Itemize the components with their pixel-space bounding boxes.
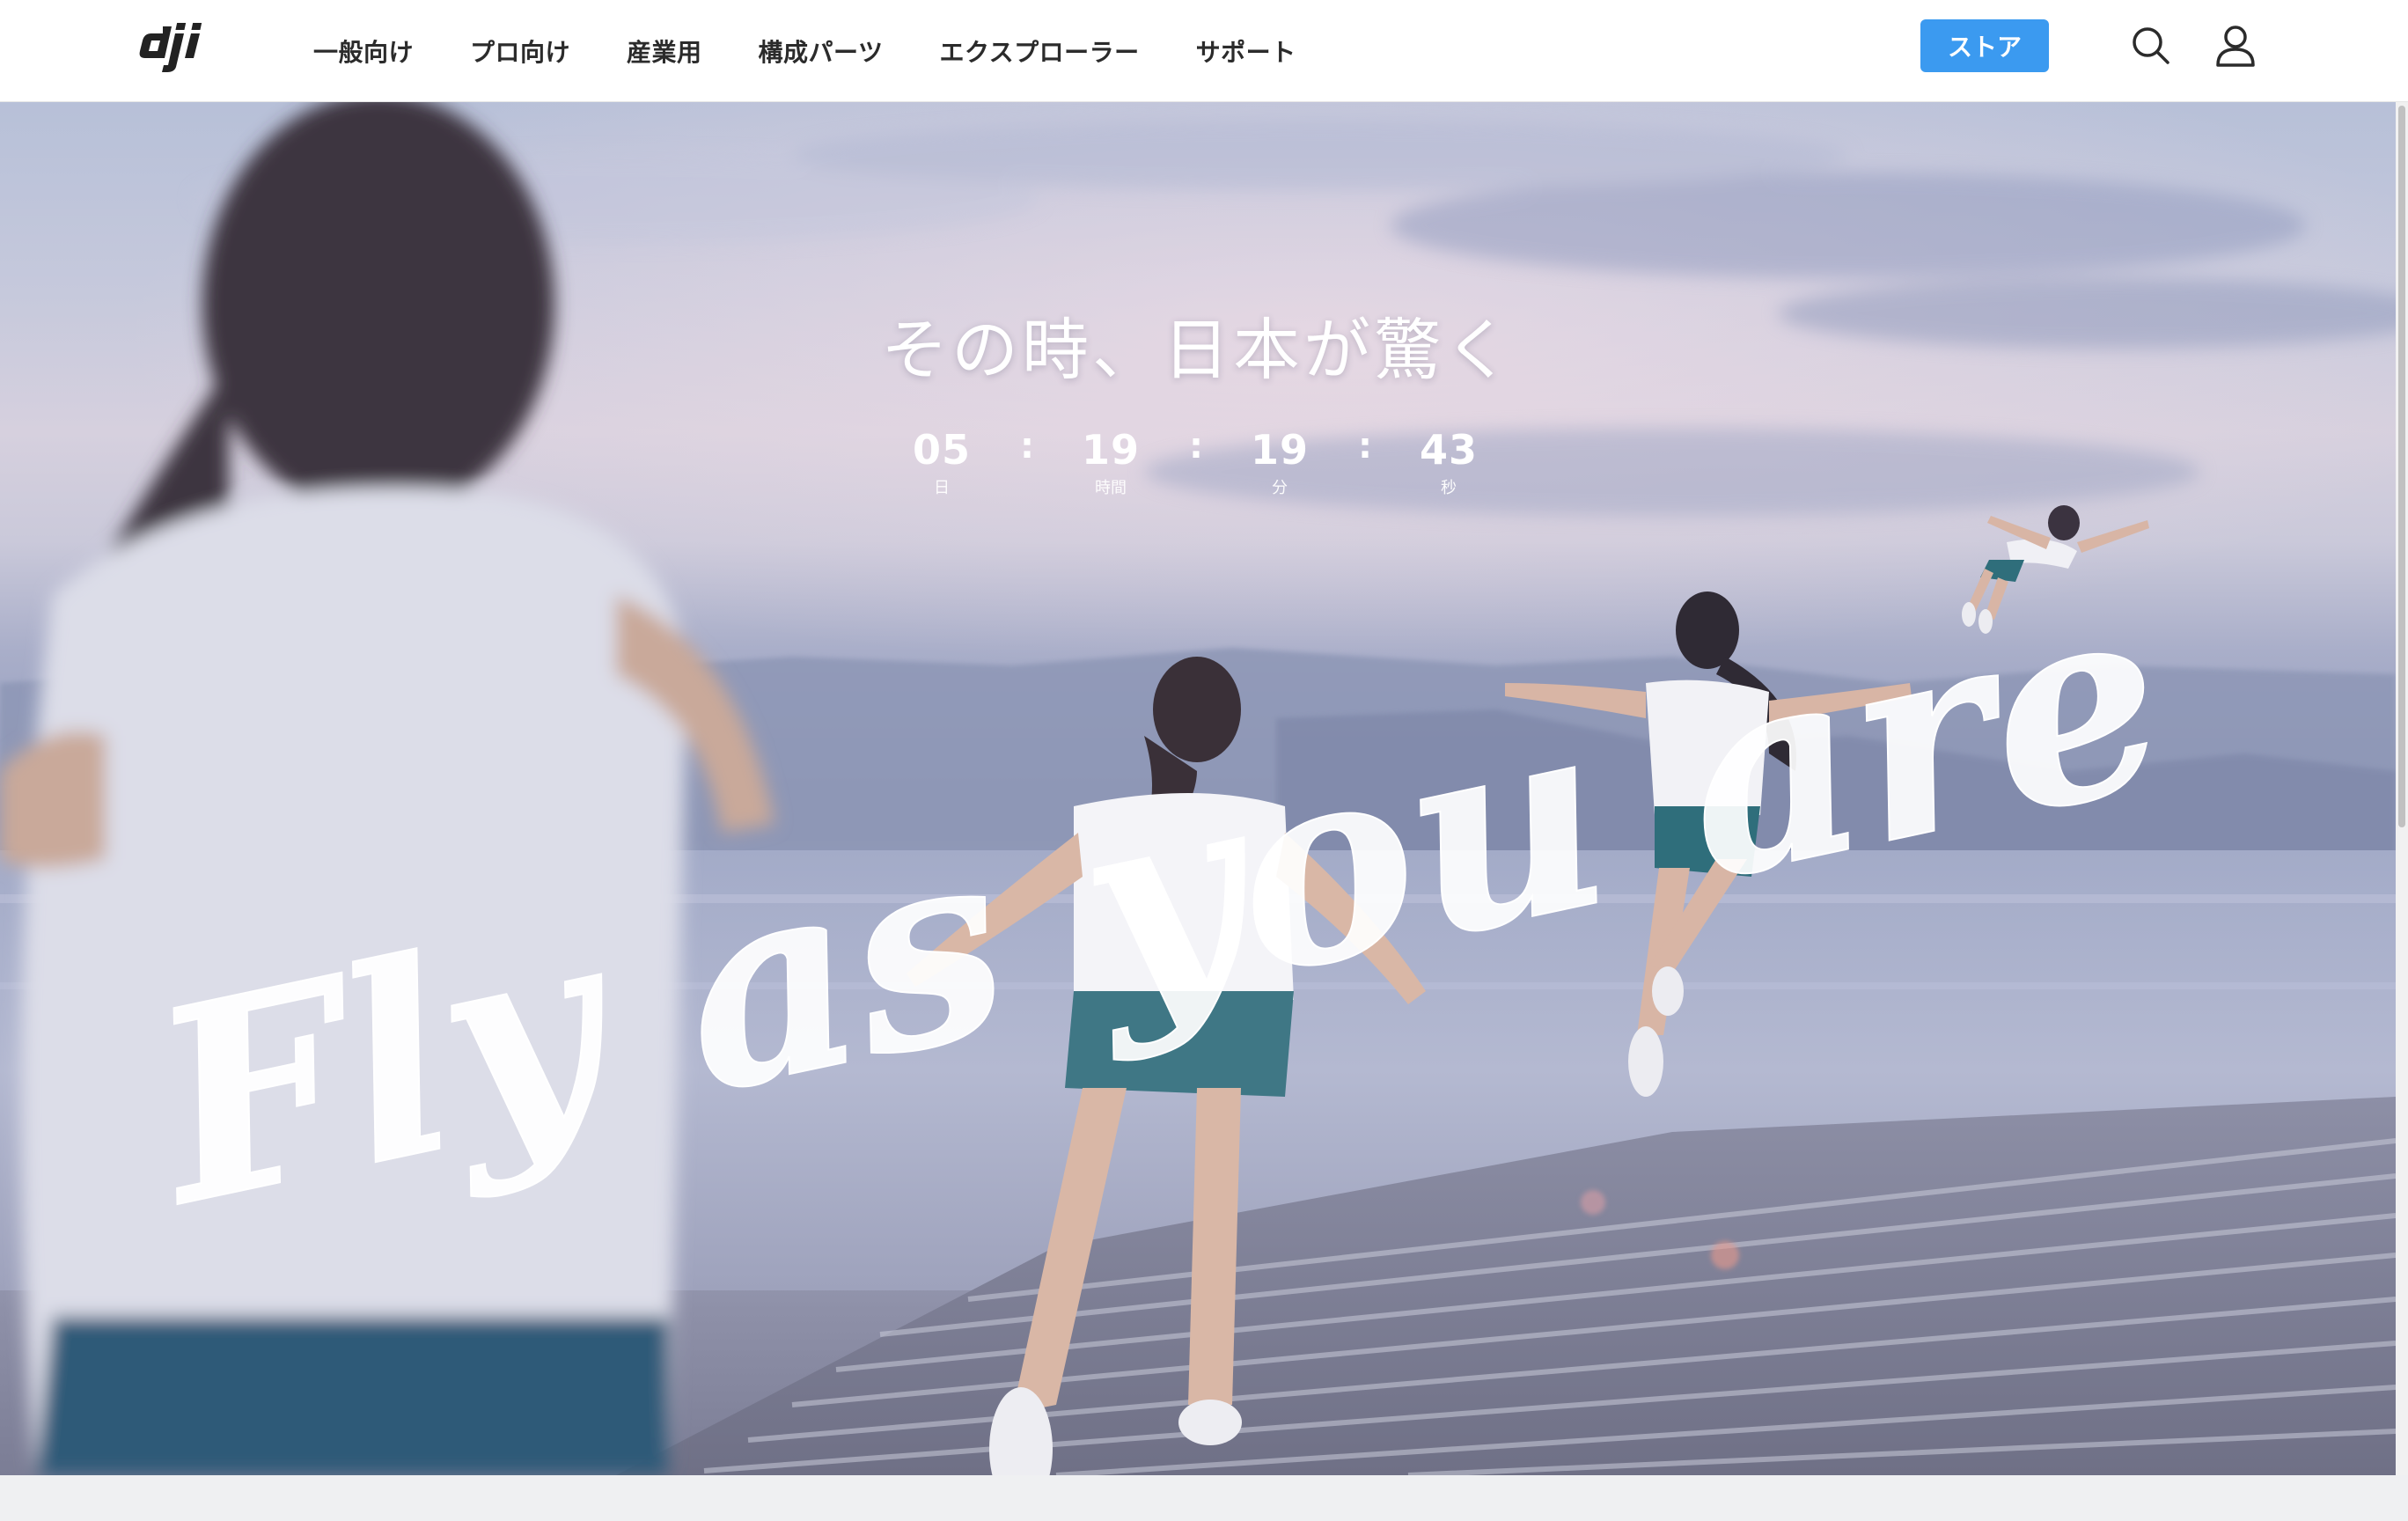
launch-countdown: 05 日 : 19 時間 : 19 分 : 43 秒	[880, 426, 1516, 532]
top-navigation-bar: 一般向け プロ向け 産業用 構成パーツ エクスプローラー サポート ストア	[0, 0, 2408, 102]
countdown-hours: 19 時間	[1058, 426, 1164, 498]
countdown-separator: :	[1020, 426, 1034, 467]
countdown-days: 05 日	[889, 426, 995, 498]
nav-item-explorer[interactable]: エクスプローラー	[940, 33, 1140, 69]
countdown-days-value: 05	[912, 426, 971, 474]
countdown-minutes-label: 分	[1272, 479, 1288, 497]
dji-logo[interactable]	[136, 19, 217, 72]
countdown-days-label: 日	[934, 479, 950, 497]
nav-item-enterprise[interactable]: 産業用	[627, 33, 702, 69]
nav-item-components[interactable]: 構成パーツ	[759, 33, 884, 69]
countdown-hours-value: 19	[1081, 426, 1140, 474]
countdown-seconds-label: 秒	[1441, 479, 1457, 497]
nav-item-professional[interactable]: プロ向け	[470, 33, 570, 69]
nav-item-support[interactable]: サポート	[1196, 33, 1296, 69]
store-button[interactable]: ストア	[1920, 19, 2049, 72]
nav-item-consumer[interactable]: 一般向け	[313, 33, 414, 69]
countdown-seconds: 43 秒	[1396, 426, 1501, 498]
below-hero-section	[0, 1475, 2408, 1521]
hero-headline: その時、日本が驚く	[881, 311, 1515, 389]
countdown-separator: :	[1358, 426, 1372, 467]
search-icon[interactable]	[2128, 23, 2174, 69]
main-nav: 一般向け プロ向け 産業用 構成パーツ エクスプローラー サポート	[313, 0, 1353, 102]
countdown-seconds-value: 43	[1419, 426, 1478, 474]
page-scrollbar-thumb[interactable]	[2398, 106, 2405, 827]
hero-banner[interactable]: その時、日本が驚く 05 日 : 19 時間 : 19 分 : 43 秒 Fly…	[0, 102, 2396, 1475]
countdown-minutes: 19 分	[1227, 426, 1332, 498]
countdown-separator: :	[1189, 426, 1203, 467]
countdown-minutes-value: 19	[1250, 426, 1309, 474]
countdown-hours-label: 時間	[1095, 479, 1127, 497]
user-icon[interactable]	[2213, 23, 2258, 69]
